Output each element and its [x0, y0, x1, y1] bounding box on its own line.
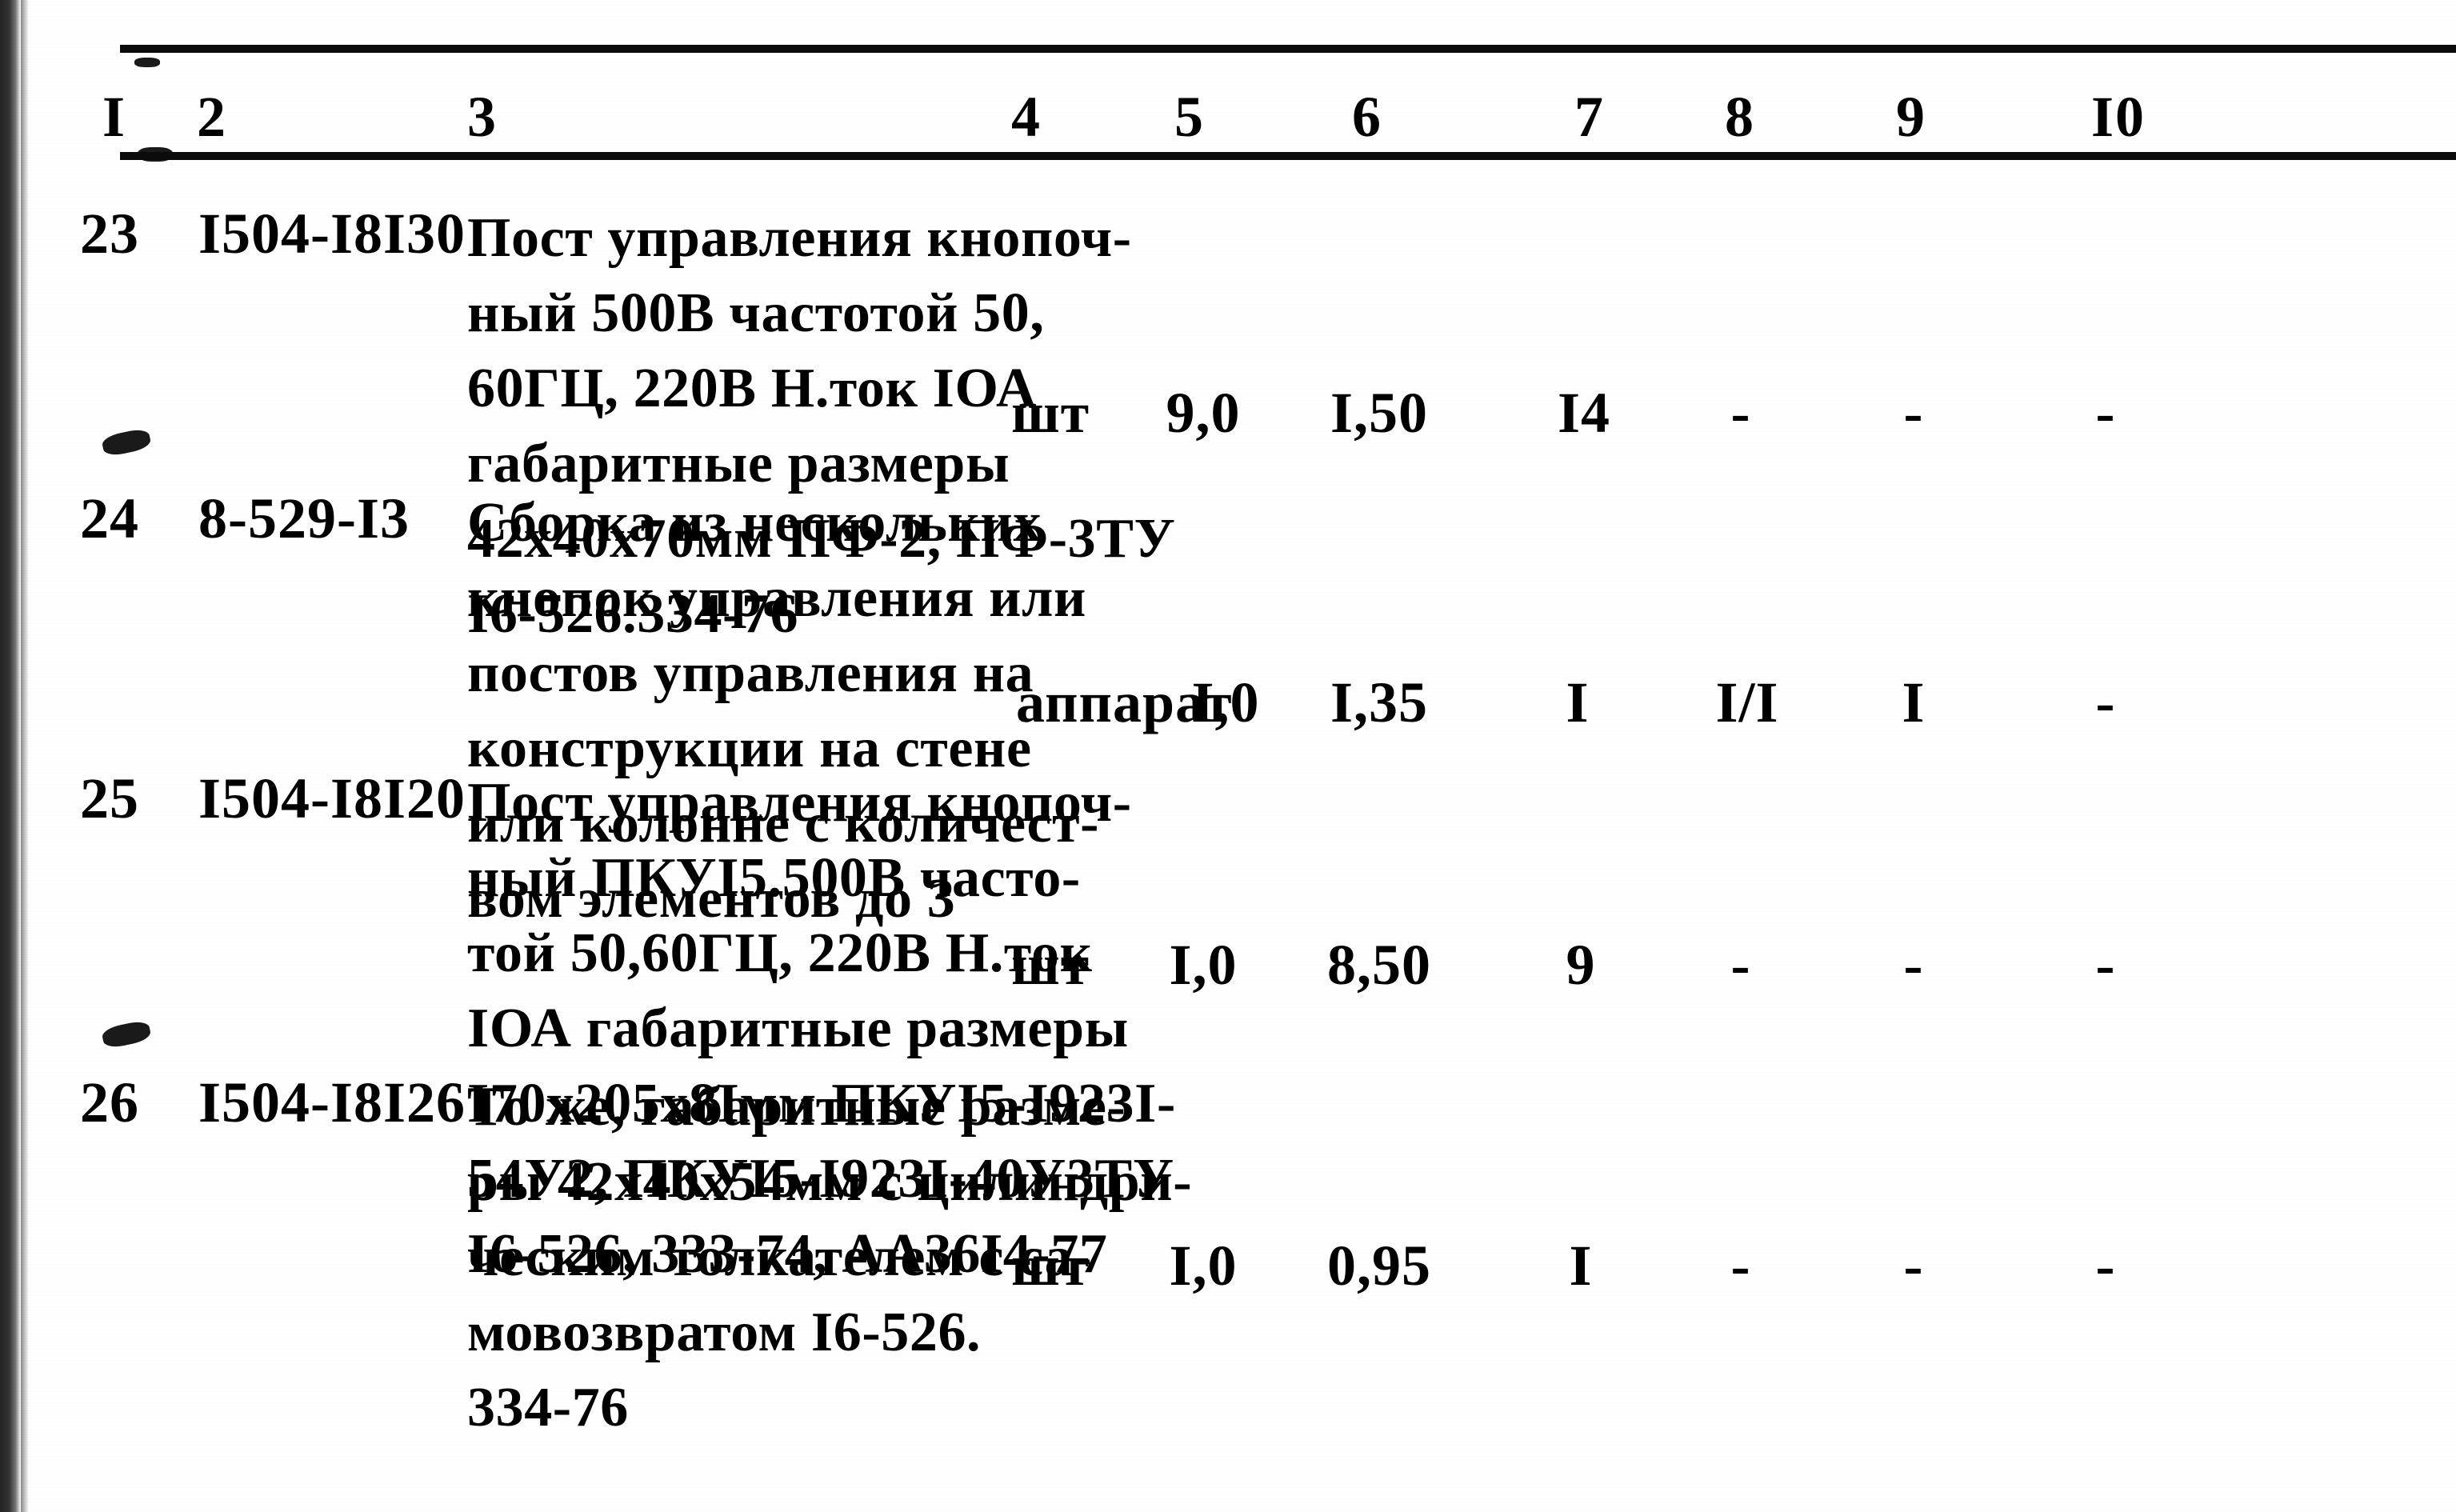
column-header-8: 8: [1725, 85, 1755, 149]
column-header-5: 5: [1174, 85, 1205, 149]
row-col5: 9,0: [1166, 381, 1241, 445]
row-col9: I: [1902, 670, 1926, 734]
row-code: I504-I8I26: [198, 1070, 466, 1134]
column-header-2: 2: [197, 85, 227, 149]
row-code: 8-529-I3: [198, 486, 410, 550]
row-col5: I,0: [1169, 933, 1238, 997]
row-col8: -: [1730, 1234, 1751, 1298]
column-header-9: 9: [1896, 85, 1926, 149]
row-col5: I,0: [1191, 670, 1260, 734]
row-unit: шт: [1011, 1234, 1090, 1298]
table-top-rule: [120, 45, 2456, 53]
scan-speck: [134, 58, 160, 67]
scan-speck: [100, 1019, 153, 1050]
row-number: 23: [80, 202, 139, 266]
row-col7: I: [1566, 670, 1590, 734]
column-header-4: 4: [1011, 85, 1042, 149]
row-col9: -: [1903, 1234, 1924, 1298]
scan-speck: [100, 427, 153, 458]
row-code: I504-I8I30: [198, 202, 466, 266]
scanned-page: I 2 3 4 5 6 7 8 9 I0 23 I504-I8I30 Пост управлени…: [0, 0, 2456, 1512]
row-unit: шт: [1011, 933, 1090, 997]
row-number: 24: [80, 486, 139, 550]
table-header-rule: [120, 152, 2456, 160]
row-col8: I/I: [1715, 670, 1779, 734]
row-col7: 9: [1566, 933, 1596, 997]
column-header-3: 3: [467, 85, 498, 149]
scaled-content-layer: I 2 3 4 5 6 7 8 9 I0 23 I504-I8I30 Пост управлени…: [0, 0, 2456, 1512]
row-col6: I,35: [1330, 670, 1429, 734]
column-header-1: I: [102, 85, 127, 149]
row-col8: -: [1730, 381, 1751, 445]
row-col10: -: [2095, 1234, 2116, 1298]
row-col8: -: [1730, 933, 1751, 997]
row-col5: I,0: [1169, 1234, 1238, 1298]
row-col10: -: [2095, 670, 2116, 734]
row-col10: -: [2095, 381, 2116, 445]
row-col6: 8,50: [1327, 933, 1431, 997]
row-col7: I: [1569, 1234, 1593, 1298]
row-unit: шт: [1011, 381, 1090, 445]
row-col9: -: [1903, 381, 1924, 445]
row-number: 25: [80, 766, 139, 830]
column-header-7: 7: [1574, 85, 1605, 149]
row-col9: -: [1903, 933, 1924, 997]
row-code: I504-I8I20: [198, 766, 466, 830]
row-number: 26: [80, 1070, 139, 1134]
column-header-10: I0: [2091, 85, 2146, 149]
row-col6: 0,95: [1327, 1234, 1431, 1298]
row-col10: -: [2095, 933, 2116, 997]
row-col7: I4: [1557, 381, 1611, 445]
column-header-6: 6: [1352, 85, 1382, 149]
row-col6: I,50: [1330, 381, 1429, 445]
